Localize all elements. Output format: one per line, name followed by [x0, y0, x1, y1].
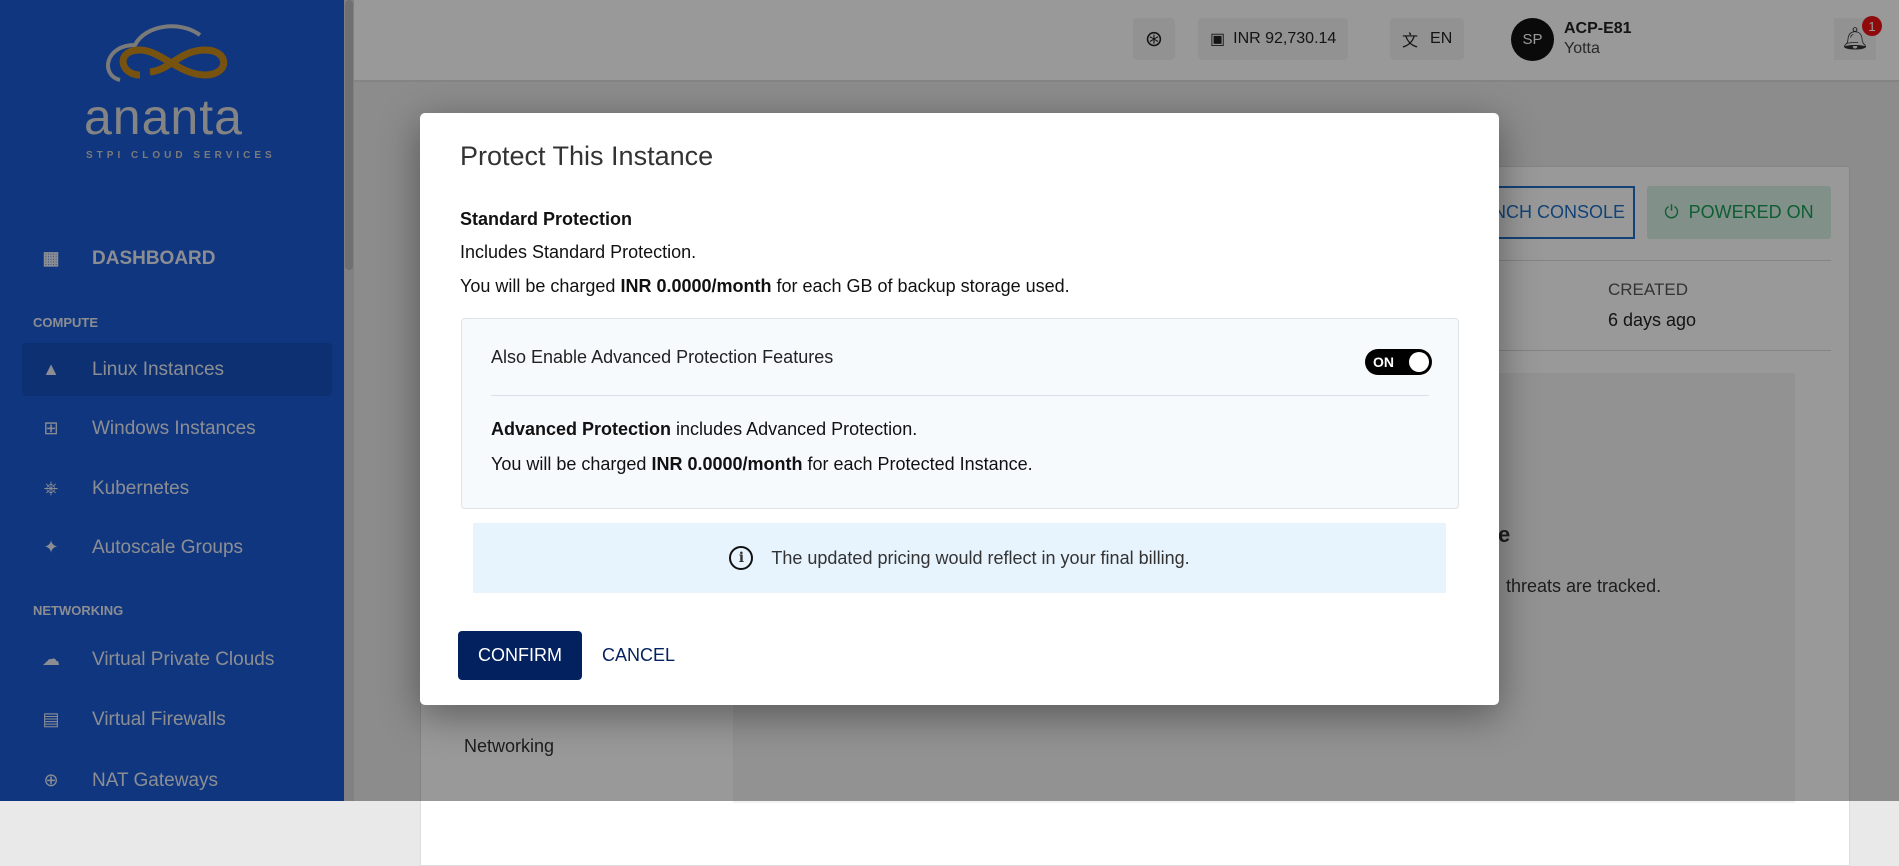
charge-text: for each Protected Instance.: [802, 454, 1033, 474]
advanced-protection-box: Also Enable Advanced Protection Features…: [461, 318, 1459, 509]
cancel-button[interactable]: CANCEL: [602, 631, 675, 680]
advanced-desc: includes Advanced Protection.: [671, 419, 918, 439]
pricing-info-banner: i The updated pricing would reflect in yo…: [473, 523, 1446, 593]
advanced-title: Advanced Protection: [491, 419, 672, 439]
advanced-toggle-label: Also Enable Advanced Protection Features: [491, 347, 834, 367]
standard-protection-title: Standard Protection: [460, 209, 633, 229]
divider: [491, 395, 1429, 396]
info-text: The updated pricing would reflect in you…: [771, 547, 1190, 568]
standard-protection-desc: Includes Standard Protection.: [460, 242, 697, 262]
confirm-button[interactable]: CONFIRM: [458, 631, 582, 680]
protect-instance-dialog: Protect This Instance Standard Protectio…: [420, 113, 1499, 705]
charge-amount: INR 0.0000/month: [620, 276, 772, 296]
advanced-protection-toggle[interactable]: ON: [1365, 349, 1432, 375]
advanced-protection-charge: You will be charged INR 0.0000/month for…: [491, 454, 1033, 475]
dialog-title: Protect This Instance: [460, 141, 714, 171]
toggle-knob: [1409, 352, 1429, 372]
standard-protection-charge: You will be charged INR 0.0000/month for…: [460, 276, 1070, 297]
toggle-state: ON: [1373, 354, 1394, 370]
charge-text: for each GB of backup storage used.: [771, 276, 1070, 296]
charge-text: You will be charged: [460, 276, 621, 296]
advanced-protection-desc: Advanced Protection includes Advanced Pr…: [491, 419, 917, 440]
charge-text: You will be charged: [491, 454, 652, 474]
info-icon: i: [729, 546, 754, 570]
charge-amount: INR 0.0000/month: [651, 454, 803, 474]
